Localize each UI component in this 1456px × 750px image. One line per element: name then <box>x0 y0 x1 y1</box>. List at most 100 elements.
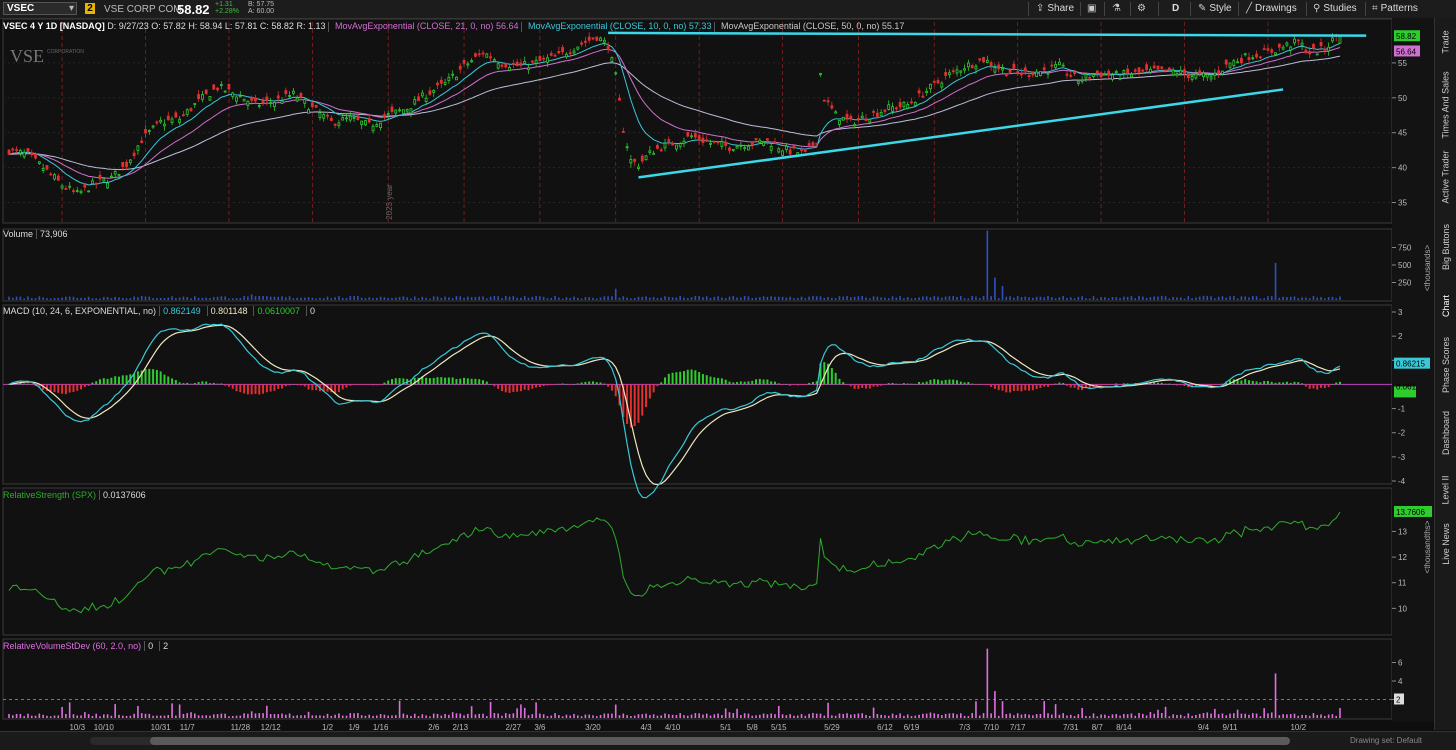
volume-bar <box>485 298 488 300</box>
volume-bar <box>546 298 549 300</box>
macd-hist-bar <box>512 384 515 393</box>
macd-hist-bar <box>1028 384 1031 391</box>
rv-bar <box>152 715 154 718</box>
volume-bar <box>1081 296 1083 300</box>
volume-bar <box>880 297 882 300</box>
sidebar-tab-live-news[interactable]: Live News <box>1435 520 1456 568</box>
volume-bar <box>175 298 177 300</box>
candle-body <box>386 113 390 116</box>
candle-body <box>1281 46 1285 50</box>
rv-bar <box>326 713 329 718</box>
candle-body <box>1228 62 1232 68</box>
rv-bar <box>539 713 541 718</box>
rv-bar <box>664 713 666 718</box>
volume-bar <box>448 297 450 300</box>
ma10-label[interactable]: MovAvgExponential (CLOSE, 10, 0, no) <box>528 21 686 31</box>
macd-hist-bar <box>1047 384 1050 387</box>
rv-bar <box>269 714 272 718</box>
candle-body <box>595 36 599 41</box>
candle-body <box>1255 53 1258 58</box>
rs-label[interactable]: RelativeStrength (SPX) <box>3 490 96 500</box>
sidebar-tab-phase-scores[interactable]: Phase Scores <box>1435 332 1456 398</box>
rv-bar <box>827 702 829 718</box>
macd-label[interactable]: MACD (10, 24, 6, EXPONENTIAL, no) <box>3 306 156 316</box>
candle-body <box>724 141 728 146</box>
volume-bar <box>1028 297 1030 300</box>
rv-bar <box>11 715 14 718</box>
volume-bar <box>607 296 609 300</box>
rv-bar <box>671 714 674 718</box>
volume-bar <box>762 296 765 300</box>
macd-hist-bar <box>637 384 640 423</box>
candle-body <box>1277 43 1281 48</box>
macd-hist-bar <box>1024 384 1027 391</box>
macd-hist-bar <box>243 384 246 394</box>
scrollbar-thumb[interactable] <box>150 737 1290 745</box>
rv-bar <box>1255 713 1258 718</box>
volume-bar <box>626 297 628 300</box>
ma21-label[interactable]: MovAvgExponential (CLOSE, 21, 0, no) <box>335 21 493 31</box>
macd-hist-bar <box>303 384 306 387</box>
sidebar-tab-active-trader[interactable]: Active Trader <box>1435 148 1456 206</box>
candle-body <box>458 65 462 70</box>
chart-canvas[interactable]: 35404550552023 yearVSE CORPORATION58.8256… <box>0 0 1434 731</box>
volume-bar <box>668 296 670 300</box>
macd-hist-bar <box>830 368 833 385</box>
sidebar-tab-level-ii[interactable]: Level II <box>1435 468 1456 512</box>
rv-label[interactable]: RelativeVolumeStDev (60, 2.0, no) <box>3 641 141 651</box>
rv-bar <box>406 714 408 718</box>
rv-bar <box>315 715 317 718</box>
rv-bar <box>61 706 63 718</box>
candle-body <box>1293 38 1296 44</box>
macd-hist-bar <box>470 378 473 385</box>
candle-body <box>341 117 345 121</box>
candle-body <box>83 183 87 188</box>
rv-bar <box>607 713 609 718</box>
macd-hist-bar <box>235 384 238 392</box>
rv-bar <box>224 713 226 718</box>
candle-body <box>735 145 739 149</box>
volume-label[interactable]: Volume <box>3 229 33 239</box>
volume-bar <box>80 297 82 300</box>
rv-bar <box>459 713 462 718</box>
sidebar-tab-label: Trade <box>1441 30 1451 54</box>
vol-tick-label: 500 <box>1398 261 1412 270</box>
candle-body <box>868 118 872 123</box>
volume-bar <box>652 296 655 300</box>
rv-bar <box>595 716 598 718</box>
volume-bar <box>895 297 898 300</box>
rv-bar <box>368 714 371 718</box>
sidebar-tab-dashboard[interactable]: Dashboard <box>1435 406 1456 460</box>
macd-hist-bar <box>1210 384 1213 386</box>
candle-body <box>106 182 109 189</box>
rv-bar <box>34 715 37 718</box>
volume-bar <box>933 296 936 300</box>
macd-hist-bar <box>811 381 814 385</box>
ma50-label[interactable]: MovAvgExponential (CLOSE, 50, 0, no) <box>721 21 879 31</box>
volume-bar <box>721 297 723 300</box>
volume-bar <box>391 297 393 300</box>
ma50-value: 55.17 <box>881 21 905 31</box>
sidebar-tab-big-buttons[interactable]: Big Buttons <box>1435 214 1456 280</box>
volume-bar <box>660 297 663 300</box>
x-axis-label: 5/8 <box>747 723 759 731</box>
candle-body <box>716 141 720 144</box>
volume-bar <box>664 296 666 300</box>
macd-hist-bar <box>117 376 120 385</box>
macd-hist-bar <box>364 384 367 385</box>
volume-bar <box>1157 296 1159 300</box>
sidebar-tab-chart[interactable]: Chart <box>1435 288 1456 324</box>
rv-bar <box>364 715 367 718</box>
rs-marker: 13.7606 <box>1396 508 1425 517</box>
rv-bar <box>740 715 742 718</box>
macd-hist-bar <box>519 384 522 392</box>
sidebar-tab-times-and-sales[interactable]: Times And Sales <box>1435 70 1456 140</box>
rv-bar <box>853 714 856 718</box>
sidebar-tab-trade[interactable]: Trade <box>1435 22 1456 62</box>
macd-hist-bar <box>777 383 780 385</box>
volume-bar <box>171 296 173 300</box>
rv-bar <box>1157 709 1159 718</box>
volume-bar <box>87 296 90 300</box>
volume-bar <box>683 297 685 300</box>
macd-hist-bar <box>186 382 189 385</box>
